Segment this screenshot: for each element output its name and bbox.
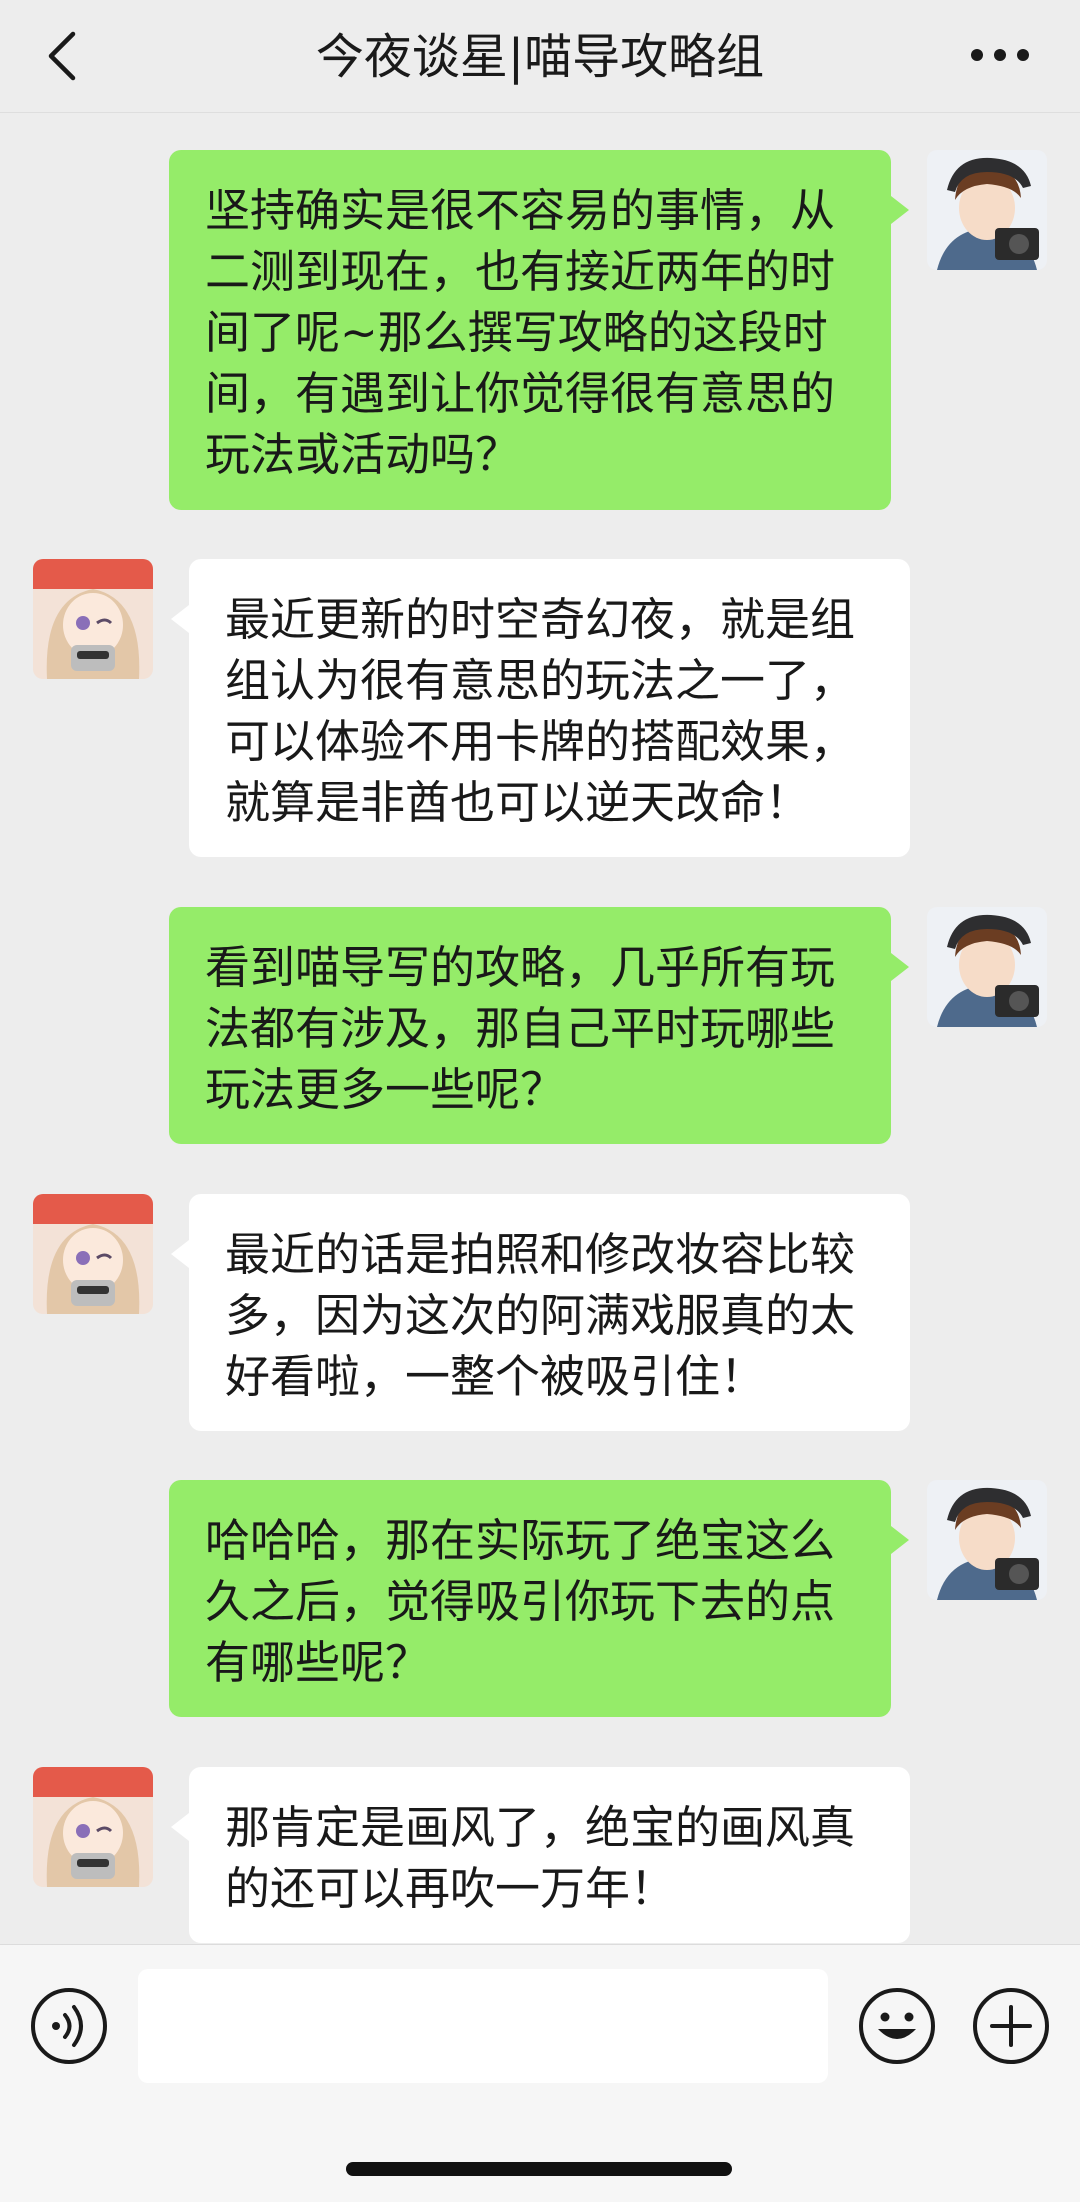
message-bubble-outgoing[interactable]: 坚持确实是很不容易的事情，从二测到现在，也有接近两年的时间了呢~那么撰写攻略的这…: [169, 150, 909, 510]
message-list[interactable]: 坚持确实是很不容易的事情，从二测到现在，也有接近两年的时间了呢~那么撰写攻略的这…: [0, 113, 1080, 1943]
message-bubble-outgoing[interactable]: 看到喵导写的攻略，几乎所有玩法都有涉及，那自己平时玩哪些玩法更多一些呢？: [169, 907, 909, 1144]
message-text: 最近更新的时空奇幻夜，就是组组认为很有意思的玩法之一了，可以体验不用卡牌的搭配效…: [225, 593, 856, 829]
voice-icon: [31, 1988, 107, 2064]
home-indicator[interactable]: [346, 2162, 732, 2176]
emoji-button[interactable]: [858, 1987, 936, 2065]
input-bar: [0, 1944, 1080, 2202]
message-text: 看到喵导写的攻略，几乎所有玩法都有涉及，那自己平时玩哪些玩法更多一些呢？: [205, 941, 836, 1116]
more-button[interactable]: [960, 30, 1040, 80]
interviewer-avatar[interactable]: [927, 1480, 1047, 1600]
message-text: 坚持确实是很不容易的事情，从二测到现在，也有接近两年的时间了呢~那么撰写攻略的这…: [205, 184, 836, 481]
message-bubble-outgoing[interactable]: 哈哈哈，那在实际玩了绝宝这么久之后，觉得吸引你玩下去的点有哪些呢？: [169, 1480, 909, 1717]
back-button[interactable]: [40, 26, 84, 86]
add-button[interactable]: [972, 1987, 1050, 2065]
message-bubble-incoming[interactable]: 最近更新的时空奇幻夜，就是组组认为很有意思的玩法之一了，可以体验不用卡牌的搭配效…: [171, 559, 910, 857]
guide-avatar[interactable]: [33, 1194, 153, 1314]
message-text: 那肯定是画风了，绝宝的画风真的还可以再吹一万年！: [225, 1801, 856, 1915]
more-dots-icon: [971, 49, 1029, 61]
message-text: 哈哈哈，那在实际玩了绝宝这么久之后，觉得吸引你玩下去的点有哪些呢？: [205, 1514, 836, 1689]
message-bubble-incoming[interactable]: 那肯定是画风了，绝宝的画风真的还可以再吹一万年！: [171, 1767, 910, 1943]
plus-icon: [973, 1988, 1049, 2064]
voice-button[interactable]: [30, 1987, 108, 2065]
message-bubble-incoming[interactable]: 最近的话是拍照和修改妆容比较多，因为这次的阿满戏服真的太好看啦，一整个被吸引住！: [171, 1194, 910, 1431]
message-text: 最近的话是拍照和修改妆容比较多，因为这次的阿满戏服真的太好看啦，一整个被吸引住！: [225, 1228, 856, 1403]
chevron-left-icon: [48, 31, 76, 81]
chat-title: 今夜谈星|喵导攻略组: [315, 29, 765, 85]
top-bar: 今夜谈星|喵导攻略组: [0, 0, 1080, 113]
emoji-icon: [859, 1988, 935, 2064]
guide-avatar[interactable]: [33, 1767, 153, 1887]
message-input[interactable]: [138, 1969, 828, 2083]
interviewer-avatar[interactable]: [927, 907, 1047, 1027]
guide-avatar[interactable]: [33, 559, 153, 679]
interviewer-avatar[interactable]: [927, 150, 1047, 270]
